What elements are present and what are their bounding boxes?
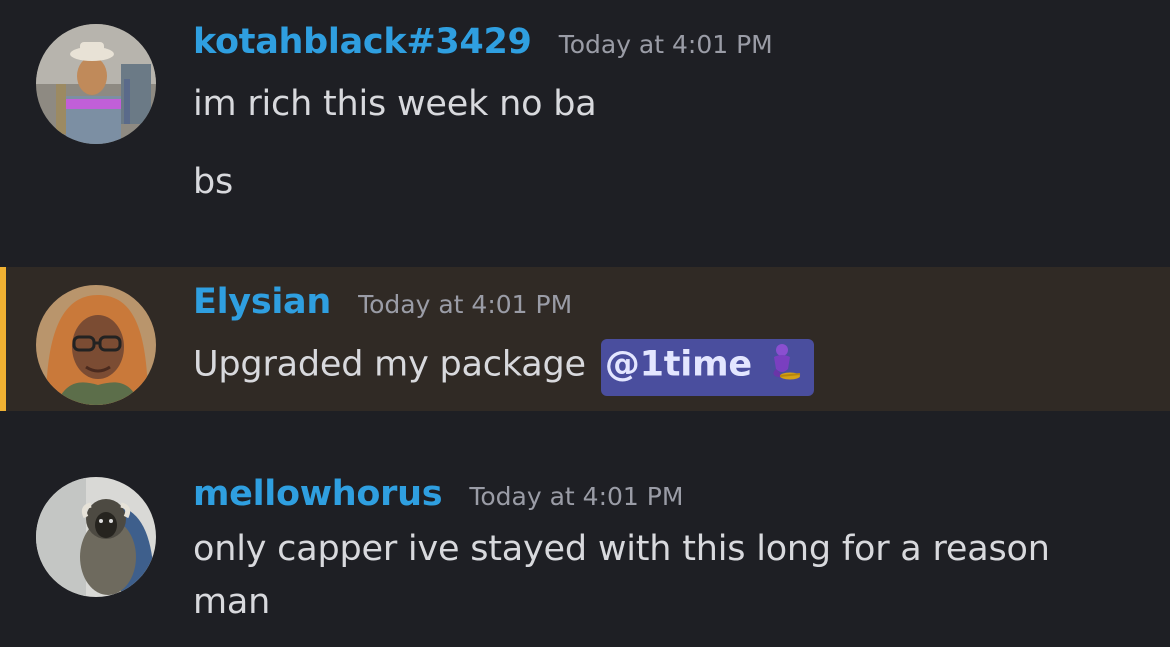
message-mellowhorus[interactable]: mellowhorus Today at 4:01 PM only capper… bbox=[0, 440, 1170, 647]
message-header: kotahblack#3429 Today at 4:01 PM bbox=[193, 22, 773, 62]
username[interactable]: kotahblack#3429 bbox=[193, 22, 532, 62]
username[interactable]: mellowhorus bbox=[193, 474, 443, 514]
user-avatar-woman-glasses-icon bbox=[36, 285, 156, 405]
message-text: man bbox=[193, 582, 271, 622]
message-elysian[interactable]: Elysian Today at 4:01 PM Upgraded my pac… bbox=[0, 267, 1170, 411]
message-header: mellowhorus Today at 4:01 PM bbox=[193, 474, 683, 514]
message-kotahblack[interactable]: kotahblack#3429 Today at 4:01 PM im rich… bbox=[0, 0, 1170, 265]
avatar[interactable] bbox=[36, 24, 156, 144]
message-text: bs bbox=[193, 162, 234, 202]
genie-icon bbox=[760, 341, 804, 390]
timestamp: Today at 4:01 PM bbox=[358, 290, 573, 319]
timestamp: Today at 4:01 PM bbox=[558, 30, 773, 59]
message-text: im rich this week no ba bbox=[193, 84, 597, 124]
user-avatar-monkey-icon bbox=[36, 477, 156, 597]
user-avatar-hat-man-icon bbox=[36, 24, 156, 144]
message-text: only capper ive stayed with this long fo… bbox=[193, 529, 1050, 569]
message-header: Elysian Today at 4:01 PM bbox=[193, 282, 572, 322]
avatar[interactable] bbox=[36, 477, 156, 597]
username[interactable]: Elysian bbox=[193, 282, 331, 322]
user-mention[interactable]: @1time bbox=[600, 339, 814, 396]
avatar[interactable] bbox=[36, 285, 156, 405]
message-body: Upgraded my package bbox=[193, 344, 586, 385]
message-text: Upgraded my package @1time bbox=[193, 339, 814, 396]
message-list: kotahblack#3429 Today at 4:01 PM im rich… bbox=[0, 0, 1170, 647]
mention-label: @1time bbox=[604, 344, 752, 385]
timestamp: Today at 4:01 PM bbox=[469, 482, 684, 511]
